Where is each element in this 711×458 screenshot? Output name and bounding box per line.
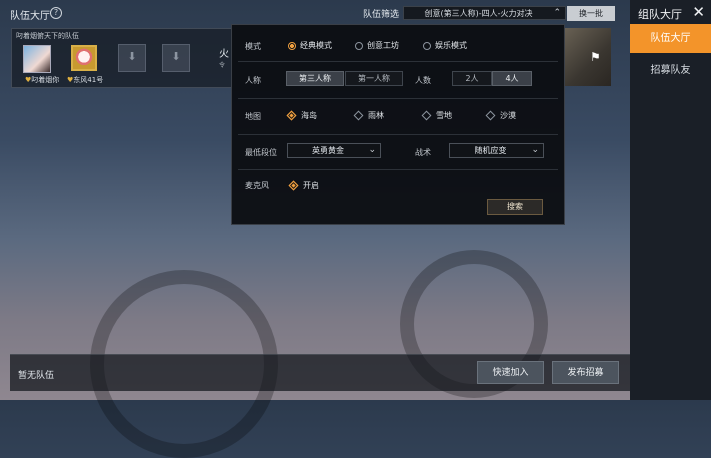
players-option[interactable]: 4人: [492, 71, 532, 86]
map-option[interactable]: 雪地: [421, 110, 452, 121]
map-option[interactable]: 沙漠: [485, 110, 516, 121]
mode-option[interactable]: 创意工坊: [355, 40, 399, 51]
quick-join-button[interactable]: 快速加入: [477, 361, 544, 384]
empty-slot[interactable]: ⬇: [162, 44, 190, 72]
filter-label: 队伍筛选: [363, 10, 400, 20]
flag-add-icon[interactable]: ⚑: [590, 50, 606, 66]
players-option[interactable]: 2人: [452, 71, 492, 86]
divider: [238, 98, 558, 99]
panel-title: 组队大厅: [638, 8, 682, 21]
chevron-down-icon: ⌄: [368, 145, 376, 155]
arrow-down-icon: ⬇: [127, 50, 137, 63]
tactics-dropdown[interactable]: 随机应变 ⌄: [449, 143, 544, 158]
radio-icon: [423, 41, 431, 50]
refresh-button[interactable]: 换一批: [567, 6, 615, 21]
team-card[interactable]: 叼着烟俯天下的队伍 ⬇ ⬇ ♥叼着烟你 ♥东风41号: [11, 28, 233, 88]
diamond-icon: [353, 110, 364, 121]
diamond-icon: [286, 110, 297, 121]
page-title: 队伍大厅: [10, 11, 50, 22]
chevron-up-icon: ⌃: [553, 8, 561, 18]
close-icon[interactable]: ✕: [692, 3, 705, 21]
divider: [238, 134, 558, 135]
filter-modal: 模式 经典模式 创意工坊 娱乐模式 人称 第三人称 第一人称 人数 2人 4人 …: [231, 24, 565, 225]
bottom-bar: 暂无队伍 快速加入 发布招募: [10, 354, 630, 391]
arrow-down-icon: ⬇: [171, 50, 181, 63]
radio-icon: [288, 41, 296, 50]
map-option[interactable]: 雨林: [353, 110, 384, 121]
chevron-down-icon: ⌄: [531, 145, 539, 155]
member-avatar[interactable]: [23, 45, 51, 73]
team-sub-partial: 令: [219, 62, 226, 69]
mode-label: 模式: [245, 42, 261, 51]
top-bar: 队伍大厅 ? 队伍筛选 创意(第三人称)-四人-火力对决 ⌃ 换一批: [0, 0, 630, 26]
empty-slot[interactable]: ⬇: [118, 44, 146, 72]
team-name: 叼着烟俯天下的队伍: [16, 32, 79, 40]
mic-option[interactable]: 开启: [288, 180, 319, 191]
member-name: ♥叼着烟你: [25, 76, 60, 84]
min-rank-label: 最低段位: [245, 148, 277, 157]
diamond-icon: [485, 110, 496, 121]
mode-option[interactable]: 经典模式: [288, 40, 332, 51]
diamond-icon: [288, 180, 299, 191]
mode-option[interactable]: 娱乐模式: [423, 40, 467, 51]
status-text: 暂无队伍: [18, 371, 55, 381]
tab-recruit[interactable]: 招募队友: [630, 56, 711, 85]
diamond-icon: [421, 110, 432, 121]
map-label: 地图: [245, 112, 261, 121]
search-button[interactable]: 搜索: [487, 199, 543, 215]
member-name: ♥东风41号: [67, 76, 104, 84]
right-panel: 组队大厅 ✕ 队伍大厅 招募队友: [630, 0, 711, 400]
tab-team-hall[interactable]: 队伍大厅: [630, 24, 711, 53]
perspective-option[interactable]: 第三人称: [286, 71, 344, 86]
mic-label: 麦克风: [245, 181, 269, 190]
help-icon[interactable]: ?: [50, 7, 62, 19]
team-mode-partial: 火: [219, 49, 229, 60]
divider: [238, 61, 558, 62]
member-avatar[interactable]: [71, 45, 97, 71]
tactics-label: 战术: [415, 148, 431, 157]
players-label: 人数: [415, 76, 431, 85]
map-option[interactable]: 海岛: [286, 110, 317, 121]
perspective-option[interactable]: 第一人称: [345, 71, 403, 86]
perspective-label: 人称: [245, 76, 261, 85]
filter-select[interactable]: 创意(第三人称)-四人-火力对决 ⌃: [403, 6, 566, 20]
filter-select-value: 创意(第三人称)-四人-火力对决: [424, 8, 533, 18]
min-rank-dropdown[interactable]: 英勇黄金 ⌄: [287, 143, 381, 158]
divider: [238, 169, 558, 170]
radio-icon: [355, 41, 363, 50]
publish-recruit-button[interactable]: 发布招募: [552, 361, 619, 384]
